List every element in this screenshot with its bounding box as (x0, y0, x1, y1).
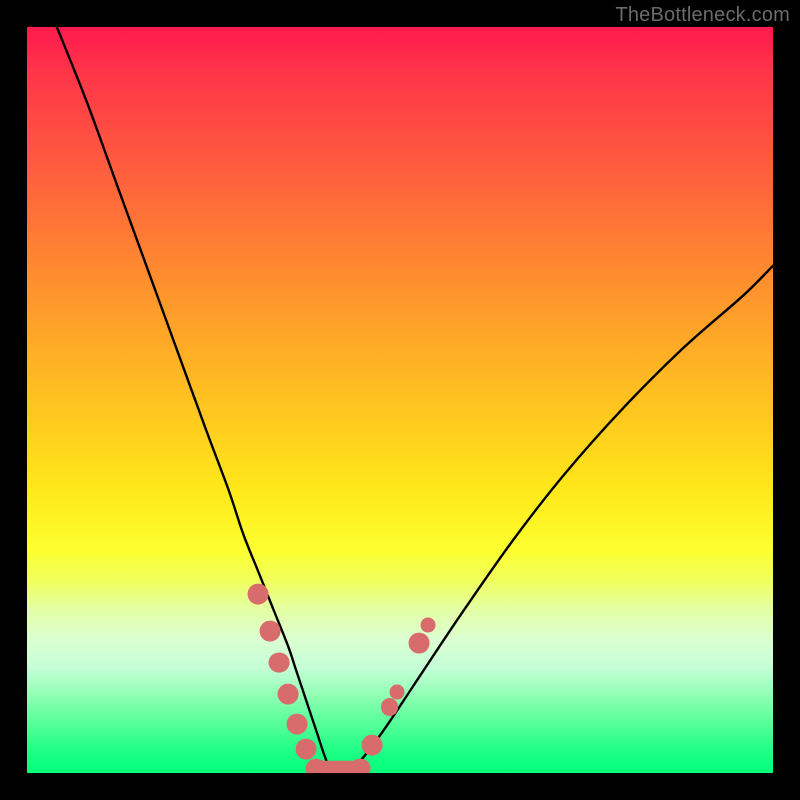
data-marker (381, 698, 399, 716)
data-marker (278, 683, 299, 704)
watermark-text: TheBottleneck.com (615, 4, 790, 27)
plot-area (27, 27, 773, 773)
data-marker (390, 685, 405, 700)
data-marker (287, 713, 308, 734)
data-marker (421, 618, 436, 633)
data-marker (269, 652, 290, 673)
valley-track (316, 760, 359, 773)
data-marker (296, 739, 317, 760)
marker-layer (27, 27, 773, 773)
data-marker (409, 633, 430, 654)
data-marker (260, 621, 281, 642)
data-marker (248, 584, 269, 605)
chart-frame: TheBottleneck.com (0, 0, 800, 800)
data-marker (361, 734, 382, 755)
